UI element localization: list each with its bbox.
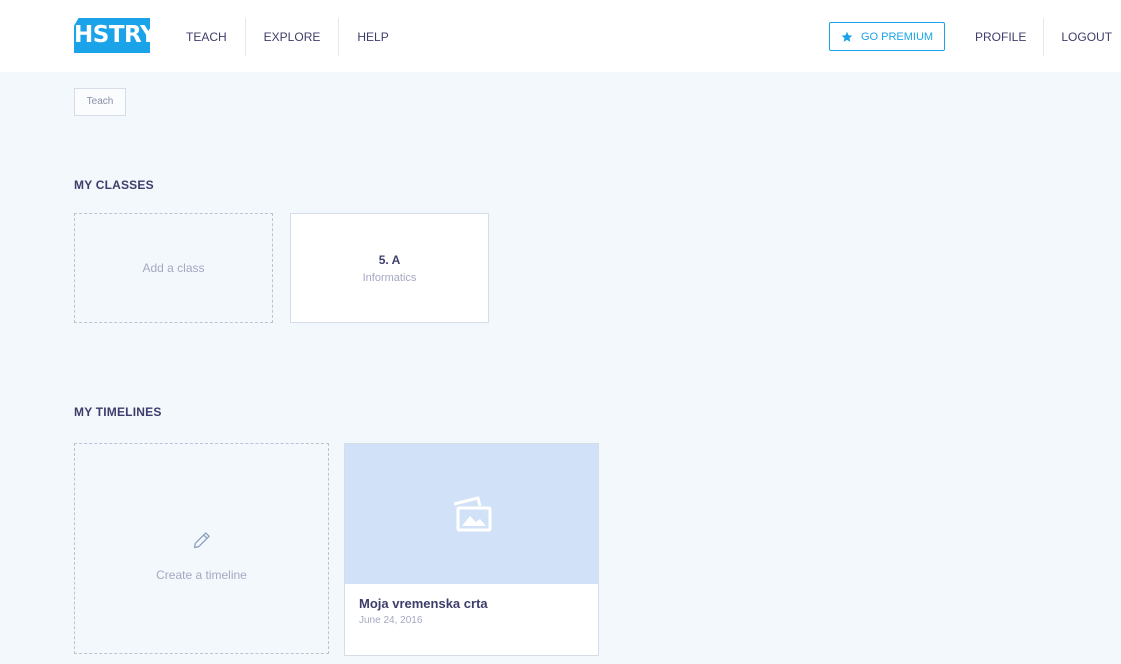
image-placeholder-icon: [453, 496, 491, 532]
pencil-icon: [193, 531, 210, 548]
create-timeline-label: Create a timeline: [156, 567, 247, 582]
class-name: 5. A: [378, 252, 401, 267]
top-navigation-bar: HSTRY TEACH EXPLORE HELP GO PREMIUM PROF…: [0, 0, 1121, 72]
hstry-logo[interactable]: HSTRY: [74, 18, 150, 53]
main-nav: TEACH EXPLORE HELP: [168, 18, 407, 56]
nav-help-link[interactable]: HELP: [339, 18, 406, 56]
add-class-button[interactable]: Add a class: [74, 213, 273, 323]
timeline-title: Moja vremenska crta: [359, 596, 488, 611]
add-class-label: Add a class: [142, 261, 205, 275]
go-premium-button[interactable]: GO PREMIUM: [829, 22, 945, 51]
class-card[interactable]: 5. A Informatics: [290, 213, 489, 323]
my-classes-heading: MY CLASSES: [74, 178, 154, 192]
my-timelines-heading: MY TIMELINES: [74, 405, 162, 419]
nav-teach-link[interactable]: TEACH: [168, 18, 245, 56]
class-subject: Informatics: [362, 271, 417, 284]
timeline-card[interactable]: Moja vremenska crta June 24, 2016: [344, 443, 599, 656]
create-timeline-button[interactable]: Create a timeline: [74, 443, 329, 654]
go-premium-label: GO PREMIUM: [860, 30, 934, 43]
account-nav: PROFILE LOGOUT: [958, 18, 1121, 56]
timeline-date: June 24, 2016: [359, 615, 423, 626]
profile-link[interactable]: PROFILE: [958, 18, 1043, 56]
breadcrumb-teach[interactable]: Teach: [74, 88, 126, 116]
nav-explore-link[interactable]: EXPLORE: [246, 18, 339, 56]
timeline-thumbnail: [345, 444, 598, 584]
logout-link[interactable]: LOGOUT: [1044, 18, 1121, 56]
star-icon: [841, 31, 853, 42]
